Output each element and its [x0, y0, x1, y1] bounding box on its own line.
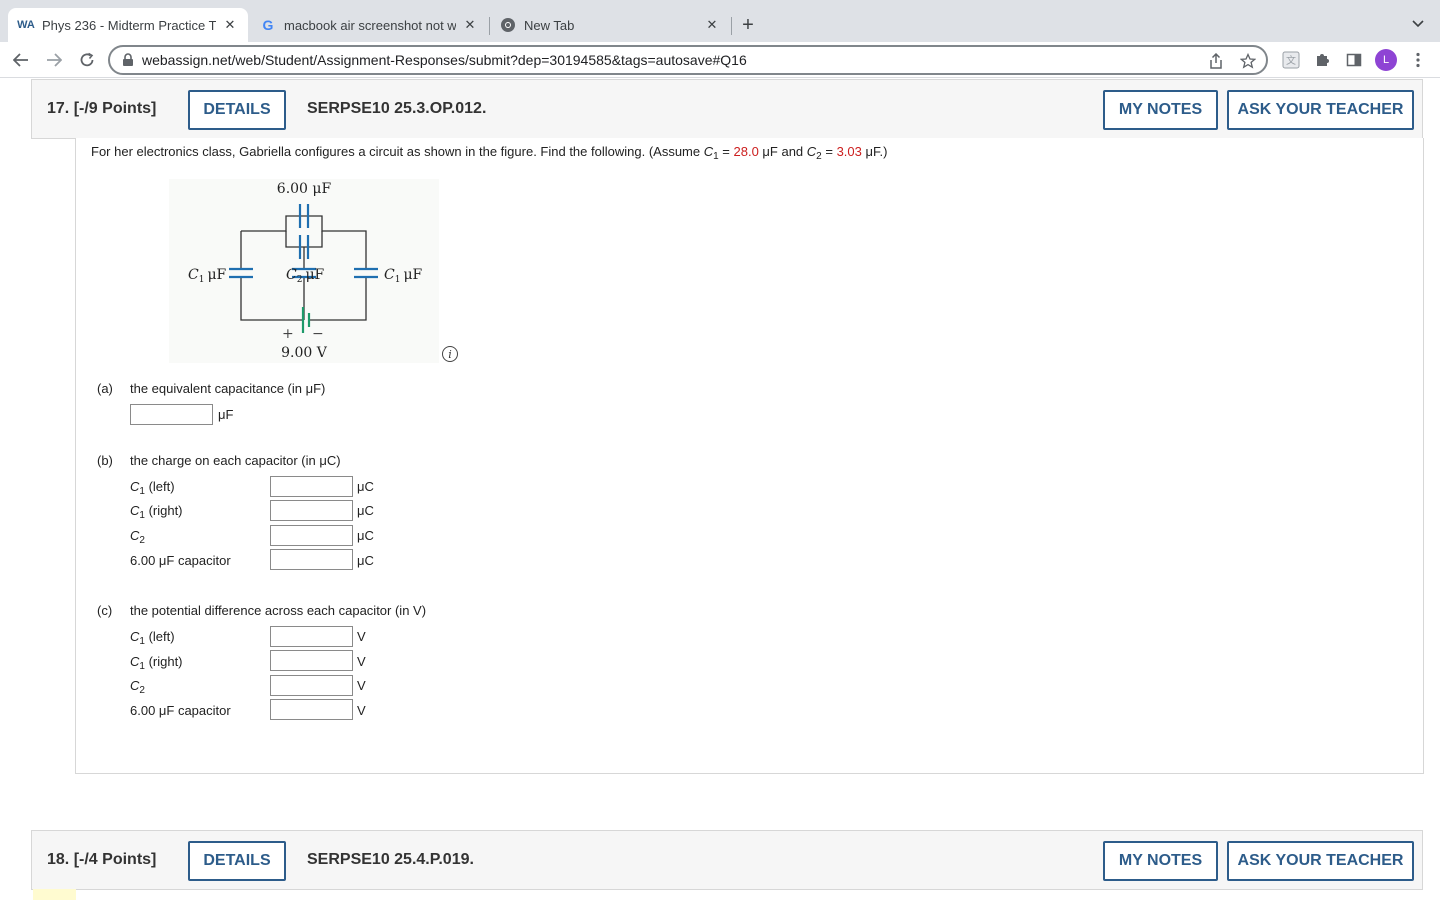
battery	[301, 307, 311, 333]
part-c-prompt: the potential difference across each cap…	[130, 603, 427, 618]
part-c-unit: V	[357, 654, 366, 669]
ask-your-teacher-button[interactable]: ASK YOUR TEACHER	[1227, 841, 1414, 881]
part-c-label: (c)	[97, 603, 113, 618]
capacitor-c1-right	[354, 267, 378, 279]
tab-title: Phys 236 - Midterm Practice T	[42, 17, 216, 33]
given-value: 3.03	[836, 144, 862, 159]
tab-title: New Tab	[524, 17, 575, 33]
question-code: SERPSE10 25.4.P.019.	[307, 851, 474, 868]
capacitor-c1-left	[229, 267, 253, 279]
close-icon[interactable]: ✕	[222, 17, 238, 33]
chrome-icon	[500, 17, 516, 33]
part-b-6uF-input[interactable]	[270, 549, 353, 570]
circuit-figure: 6.00 μF C1 μF C2 μF C1 μF + − 9.00 V	[169, 179, 439, 363]
tab-separator	[731, 17, 732, 35]
question-number: 18. [-/4 Points]	[47, 851, 157, 868]
question-intro: For her electronics class, Gabriella con…	[91, 144, 888, 162]
browser-toolbar: webassign.net/web/Student/Assignment-Res…	[0, 42, 1440, 78]
details-button[interactable]: DETAILS	[188, 90, 286, 130]
my-notes-button[interactable]: MY NOTES	[1103, 841, 1218, 881]
part-b-row-label: C1 (left)	[130, 479, 175, 497]
share-icon[interactable]	[1207, 52, 1225, 70]
top-capacitor-label: 6.00 μF	[277, 181, 332, 197]
page-content: 17. [-/9 Points] DETAILS SERPSE10 25.3.O…	[0, 79, 1440, 900]
part-c-c2-input[interactable]	[270, 675, 353, 696]
part-b-unit: μC	[357, 553, 374, 568]
part-b-row-label: C1 (right)	[130, 503, 183, 521]
chevron-down-icon[interactable]	[1408, 14, 1428, 34]
question-17-body: For her electronics class, Gabriella con…	[75, 138, 1424, 774]
reload-icon[interactable]	[76, 49, 98, 71]
tab-google-search[interactable]: G macbook air screenshot not wo ✕	[250, 8, 488, 42]
ask-your-teacher-button[interactable]: ASK YOUR TEACHER	[1227, 90, 1414, 130]
profile-avatar[interactable]: L	[1375, 49, 1397, 71]
bookmark-star-icon[interactable]	[1239, 52, 1257, 70]
part-a-answer-input[interactable]	[130, 404, 213, 425]
part-c-unit: V	[357, 703, 366, 718]
part-c-row-label: 6.00 μF capacitor	[130, 703, 231, 718]
part-b-unit: μC	[357, 503, 374, 518]
part-c-row-label: C1 (right)	[130, 654, 183, 672]
battery-voltage-label: 9.00 V	[281, 345, 328, 361]
side-panel-icon[interactable]	[1344, 50, 1364, 70]
part-b-c2-input[interactable]	[270, 525, 353, 546]
webassign-favicon-icon: WA	[17, 19, 35, 31]
svg-text:文: 文	[1286, 54, 1296, 67]
right-capacitor-label: C1 μF	[384, 267, 423, 285]
part-b-prompt: the charge on each capacitor (in μC)	[130, 453, 341, 468]
kebab-menu-icon[interactable]	[1408, 50, 1428, 70]
info-icon[interactable]: i	[442, 346, 458, 362]
part-c-unit: V	[357, 678, 366, 693]
part-c-6uF-input[interactable]	[270, 699, 353, 720]
part-a-unit: μF	[218, 407, 234, 422]
part-b-unit: μC	[357, 528, 374, 543]
part-b-row-label: C2	[130, 528, 145, 546]
question-number: 17. [-/9 Points]	[47, 100, 157, 117]
lock-icon	[122, 53, 136, 67]
part-b-unit: μC	[357, 479, 374, 494]
part-c-unit: V	[357, 629, 366, 644]
part-a-label: (a)	[97, 381, 113, 396]
details-button[interactable]: DETAILS	[188, 841, 286, 881]
given-value: 28.0	[733, 144, 759, 159]
battery-minus-label: −	[312, 326, 324, 342]
tab-new-tab[interactable]: New Tab ✕	[490, 8, 730, 42]
part-c-row-label: C2	[130, 678, 145, 696]
part-b-c1-right-input[interactable]	[270, 500, 353, 521]
url-text: webassign.net/web/Student/Assignment-Res…	[142, 52, 747, 68]
circuit-diagram: 6.00 μF C1 μF C2 μF C1 μF + − 9.00 V	[188, 181, 423, 361]
puzzle-extensions-icon[interactable]	[1312, 50, 1332, 70]
google-favicon-icon: G	[262, 17, 274, 33]
tab-strip: WA Phys 236 - Midterm Practice T ✕ G mac…	[0, 0, 1440, 42]
part-c-c1-right-input[interactable]	[270, 650, 353, 671]
tab-webassign[interactable]: WA Phys 236 - Midterm Practice T ✕	[8, 8, 248, 42]
question-code: SERPSE10 25.3.OP.012.	[307, 100, 487, 117]
part-b-c1-left-input[interactable]	[270, 476, 353, 497]
part-c-row-label: C1 (left)	[130, 629, 175, 647]
part-b-row-label: 6.00 μF capacitor	[130, 553, 231, 568]
middle-capacitor-label: C2 μF	[286, 267, 325, 285]
part-c-c1-left-input[interactable]	[270, 626, 353, 647]
part-b-label: (b)	[97, 453, 113, 468]
new-tab-plus-icon[interactable]: +	[737, 14, 759, 36]
back-arrow-icon[interactable]	[10, 49, 32, 71]
battery-plus-label: +	[282, 326, 294, 342]
question-18-highlight	[33, 889, 76, 900]
close-icon[interactable]: ✕	[462, 17, 478, 33]
my-notes-button[interactable]: MY NOTES	[1103, 90, 1218, 130]
address-bar[interactable]: webassign.net/web/Student/Assignment-Res…	[108, 45, 1268, 75]
question-17-header: 17. [-/9 Points] DETAILS SERPSE10 25.3.O…	[31, 79, 1423, 139]
close-icon[interactable]: ✕	[704, 17, 720, 33]
question-18-header: 18. [-/4 Points] DETAILS SERPSE10 25.4.P…	[31, 830, 1423, 890]
left-capacitor-label: C1 μF	[188, 267, 227, 285]
forward-arrow-icon[interactable]	[43, 49, 65, 71]
extension-translate-icon[interactable]: 文	[1281, 50, 1301, 70]
part-a-prompt: the equivalent capacitance (in μF)	[130, 381, 326, 396]
tab-title: macbook air screenshot not wo	[284, 17, 456, 33]
